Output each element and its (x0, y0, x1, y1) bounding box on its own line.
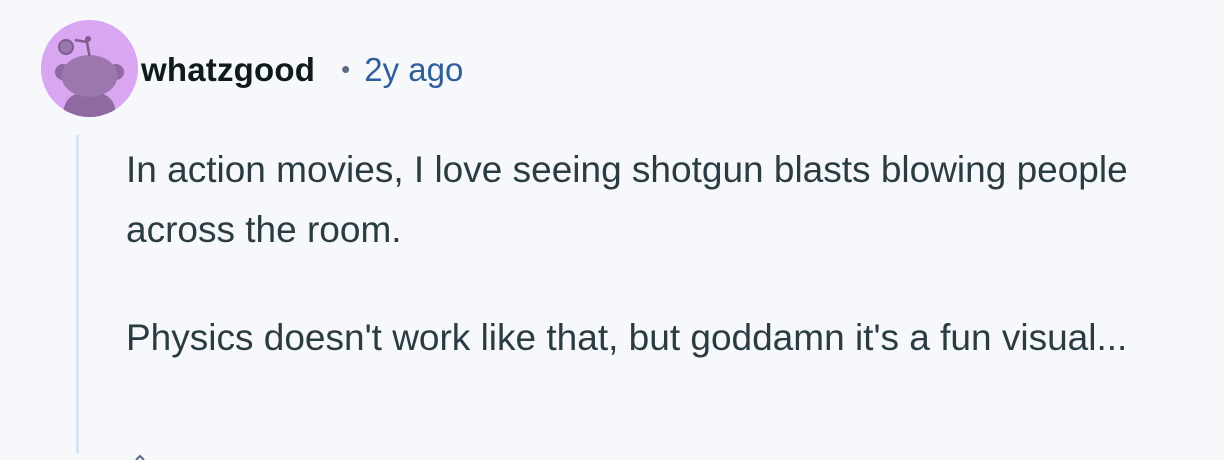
comment-paragraph: Physics doesn't work like that, but godd… (126, 317, 1128, 358)
comment: whatzgood • 2y ago In action movies, I l… (0, 0, 1224, 460)
comment-header: whatzgood • 2y ago (141, 48, 463, 92)
comment-body: In action movies, I love seeing shotgun … (126, 140, 1186, 368)
comment-timestamp[interactable]: 2y ago (364, 51, 463, 89)
user-avatar[interactable] (41, 20, 138, 117)
thread-collapse-line[interactable] (76, 135, 79, 453)
snoo-avatar-icon (41, 20, 138, 117)
cut-off-action-icon (135, 454, 145, 460)
comment-paragraph: In action movies, I love seeing shotgun … (126, 149, 1128, 250)
separator-dot: • (341, 53, 351, 84)
username-link[interactable]: whatzgood (141, 51, 315, 89)
